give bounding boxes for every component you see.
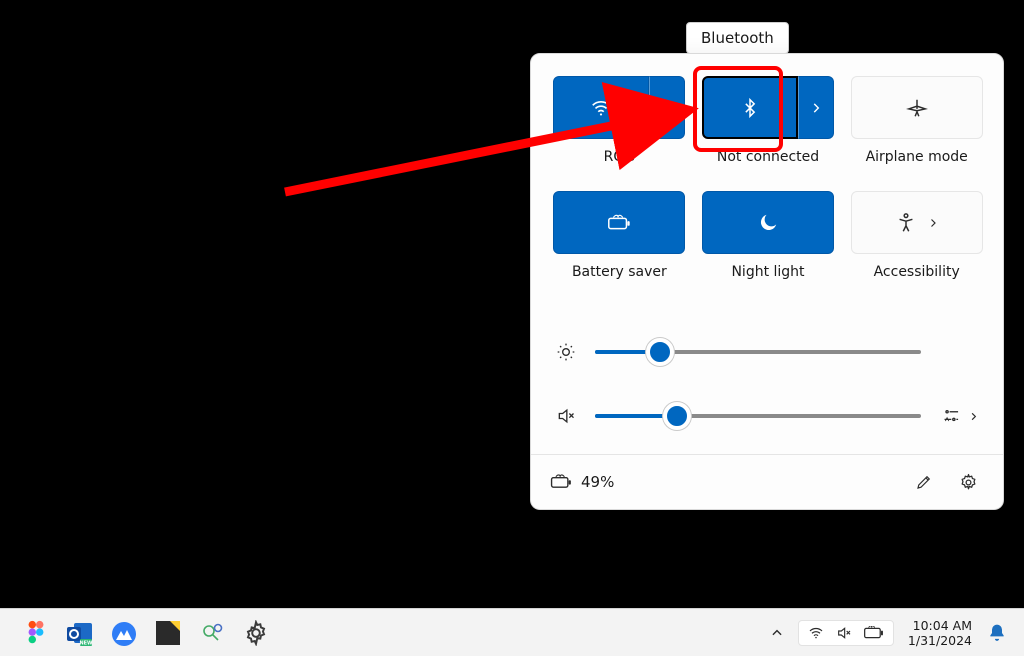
svg-text:NEW: NEW [79,640,93,646]
tray-time: 10:04 AM [908,618,972,633]
wifi-tile-col: RGG [553,76,686,183]
brightness-icon [555,342,577,362]
accessibility-tile[interactable] [851,191,983,254]
battery-status[interactable]: 49% [549,473,614,491]
accessibility-tile-col: Accessibility [850,191,983,298]
battery-status-icon [549,473,573,491]
bell-icon [987,622,1007,644]
chevron-right-icon [809,101,823,115]
taskbar-app-outlook[interactable]: NEW [60,613,100,653]
wifi-icon [807,625,825,641]
battery-saver-icon [606,212,632,234]
accessibility-label: Accessibility [874,264,960,280]
chevron-right-icon [968,411,979,422]
bluetooth-tile-col: Not connected [702,76,835,183]
pencil-icon [915,473,933,491]
taskbar-app-figma[interactable] [16,613,56,653]
volume-slider[interactable] [595,414,921,418]
tile-row-2: Battery saver Night light [553,191,983,298]
taskbar: NEW [0,608,1024,656]
volume-slider-row [555,384,979,448]
bluetooth-tile[interactable] [702,76,798,139]
airplane-icon [906,97,928,119]
battery-saver-tile[interactable] [553,191,685,254]
volume-thumb[interactable] [663,402,691,430]
quick-settings-flyout: RGG Not connected [530,53,1004,510]
tray-clock[interactable]: 10:04 AM 1/31/2024 [898,618,978,648]
airplane-label: Airplane mode [866,149,968,165]
bluetooth-tooltip: Bluetooth [686,22,789,54]
tray-overflow-button[interactable] [764,613,790,653]
audio-output-icon [942,407,964,425]
flyout-footer: 49% [531,454,1003,509]
bluetooth-label: Not connected [717,149,819,165]
battery-saver-label: Battery saver [572,264,667,280]
accessibility-icon [895,212,917,234]
battery-icon [863,626,885,640]
wifi-label: RGG [604,149,635,165]
taskbar-app-nordvpn[interactable] [104,613,144,653]
night-light-tile-col: Night light [702,191,835,298]
bluetooth-icon [740,96,760,120]
bluetooth-expand-button[interactable] [798,76,834,139]
sticky-notes-icon [156,621,180,645]
chevron-up-icon [770,626,784,640]
wifi-expand-button[interactable] [649,76,685,139]
figma-icon [25,620,47,646]
chevron-right-icon [660,101,674,115]
airplane-mode-tile[interactable] [851,76,983,139]
edit-quick-settings-button[interactable] [907,465,941,499]
taskbar-app-sticky-notes[interactable] [148,613,188,653]
settings-button[interactable] [951,465,985,499]
gear-search-icon [199,621,225,645]
tray-network-volume-battery[interactable] [798,620,894,646]
chevron-right-icon [927,217,939,229]
airplane-tile-col: Airplane mode [850,76,983,183]
sliders-area [531,316,1003,454]
night-light-icon [757,212,779,234]
tiles-area: RGG Not connected [531,54,1003,316]
brightness-slider-row [555,320,979,384]
tile-row-1: RGG Not connected [553,76,983,183]
notifications-button[interactable] [982,613,1012,653]
system-tray: 10:04 AM 1/31/2024 [764,613,1016,653]
brightness-slider[interactable] [595,350,921,354]
battery-percent-text: 49% [581,473,614,491]
battery-saver-tile-col: Battery saver [553,191,686,298]
taskbar-app-services[interactable] [192,613,232,653]
night-light-label: Night light [731,264,804,280]
taskbar-app-settings[interactable] [236,613,276,653]
wifi-tile[interactable] [553,76,649,139]
night-light-tile[interactable] [702,191,834,254]
volume-mute-icon [835,625,853,641]
gear-icon [959,473,978,492]
brightness-thumb[interactable] [646,338,674,366]
audio-output-button[interactable] [939,407,979,425]
tray-date: 1/31/2024 [908,633,972,648]
nord-icon [110,620,138,646]
wifi-icon [590,97,612,119]
volume-mute-icon [555,406,577,426]
gear-icon [243,620,269,646]
outlook-icon: NEW [66,620,94,646]
